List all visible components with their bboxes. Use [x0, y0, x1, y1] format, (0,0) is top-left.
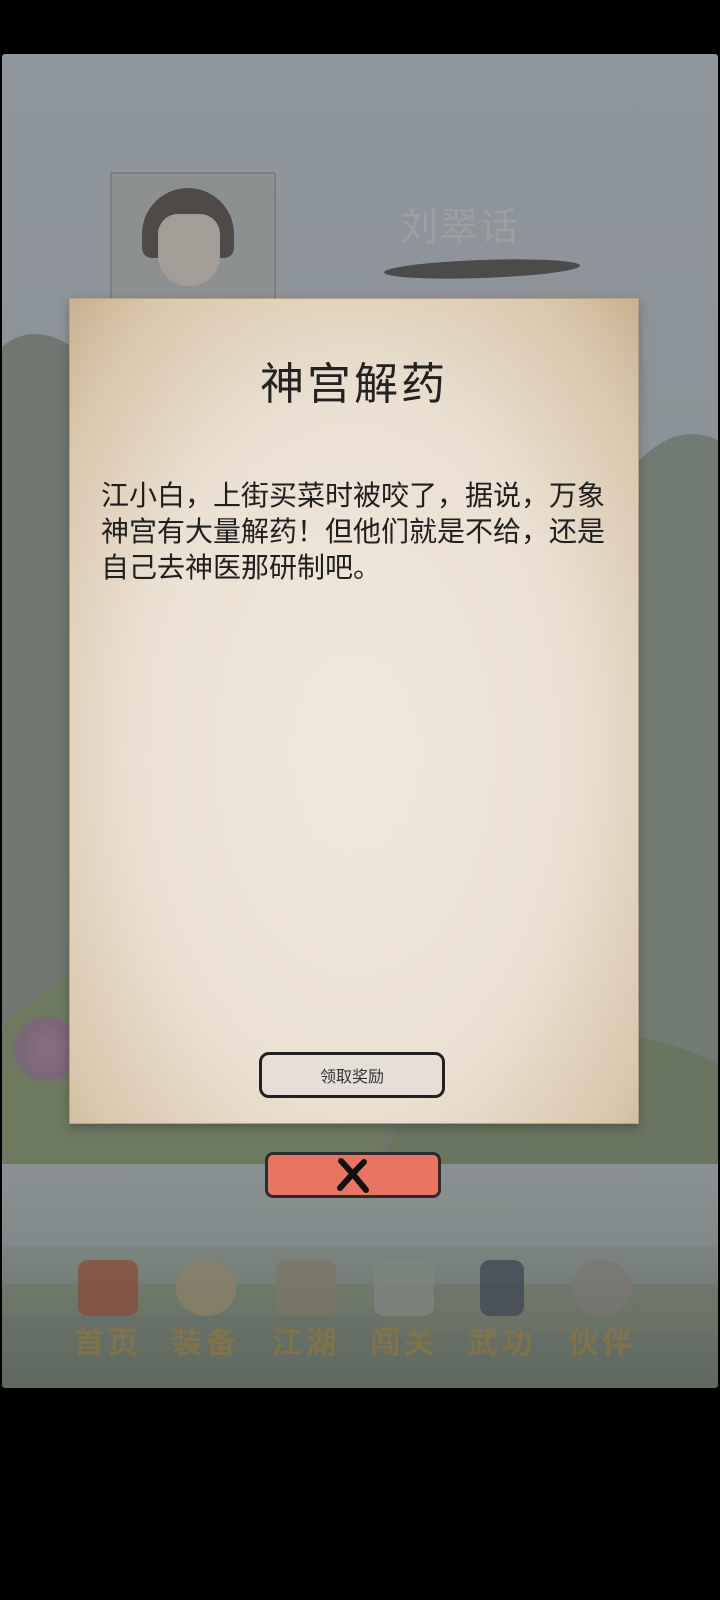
- nav-label: 伙伴: [568, 1326, 636, 1361]
- bottom-navigation: 首页 装备 江湖 闯关 武功 伙伴: [2, 1246, 718, 1388]
- claim-reward-button[interactable]: 领取奖励: [259, 1052, 445, 1098]
- nav-item-home[interactable]: 首页: [60, 1254, 156, 1374]
- nav-item-martial-arts[interactable]: 武功: [454, 1254, 550, 1374]
- challenge-icon: [374, 1260, 434, 1316]
- martial-arts-icon: [480, 1260, 524, 1316]
- quest-dialog: 神宫解药 江小白，上街买菜时被咬了，据说，万象神宫有大量解药！但他们就是不给，还…: [69, 298, 639, 1124]
- game-screen: 刘翠话 神宫解药 江小白，上街买菜时被咬了，据说，万象神宫有大量解药！但他们就是…: [2, 54, 718, 1388]
- nav-item-jianghu[interactable]: 江湖: [258, 1254, 354, 1374]
- nav-label: 江湖: [272, 1326, 340, 1361]
- npc-portrait: [110, 172, 276, 316]
- nav-label: 装备: [172, 1326, 240, 1361]
- close-dialog-button[interactable]: [265, 1152, 441, 1198]
- partners-icon: [572, 1260, 632, 1316]
- dialog-body-text: 江小白，上街买菜时被咬了，据说，万象神宫有大量解药！但他们就是不给，还是自己去神…: [101, 479, 606, 584]
- close-icon: [337, 1158, 369, 1193]
- nav-item-challenge[interactable]: 闯关: [356, 1254, 452, 1374]
- nav-item-partners[interactable]: 伙伴: [554, 1254, 650, 1374]
- nav-label: 武功: [468, 1326, 536, 1361]
- equipment-icon: [176, 1260, 236, 1316]
- nav-label: 闯关: [370, 1326, 438, 1361]
- npc-name: 刘翠话: [400, 205, 521, 249]
- nav-label: 首页: [74, 1326, 142, 1361]
- jianghu-icon: [276, 1260, 336, 1316]
- ink-brush-underline: [383, 256, 581, 282]
- home-icon: [78, 1260, 138, 1316]
- nav-item-equipment[interactable]: 装备: [158, 1254, 254, 1374]
- dialog-title: 神宫解药: [260, 359, 448, 410]
- portrait-face: [158, 214, 220, 286]
